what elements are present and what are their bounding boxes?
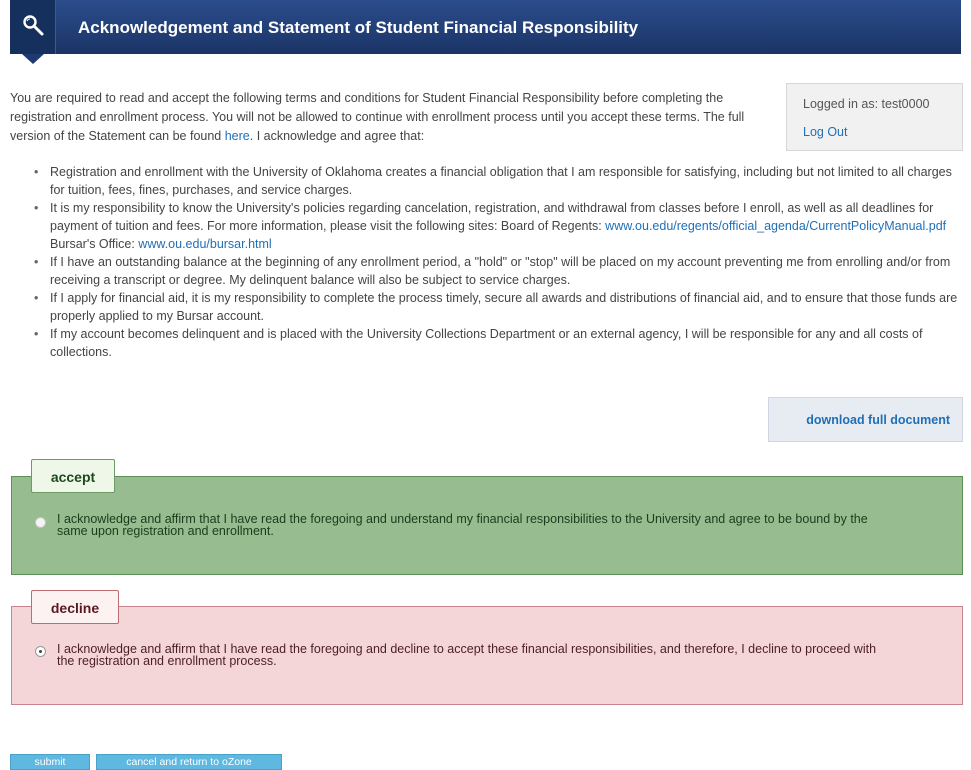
intro-text-end: . I acknowledge and agree that:: [249, 129, 425, 143]
accept-statement[interactable]: I acknowledge and affirm that I have rea…: [57, 513, 887, 538]
accept-tab-label: accept: [50, 469, 96, 485]
decline-statement[interactable]: I acknowledge and affirm that I have rea…: [57, 643, 887, 668]
term-item: If I apply for financial aid, it is my r…: [34, 289, 964, 325]
decline-tab-label: decline: [50, 600, 100, 616]
login-box: Logged in as: test0000 Log Out: [786, 83, 963, 151]
logged-in-label: Logged in as: test0000: [803, 97, 930, 111]
term-item: If I have an outstanding balance at the …: [34, 253, 964, 289]
cancel-return-button[interactable]: cancel and return to oZone: [96, 754, 282, 770]
bursar-link[interactable]: www.ou.edu/bursar.html: [138, 237, 271, 251]
term-text: Registration and enrollment with the Uni…: [50, 165, 952, 197]
accept-radio[interactable]: [35, 517, 46, 528]
regents-policy-link[interactable]: www.ou.edu/regents/official_agenda/Curre…: [605, 219, 946, 233]
bursar-label: Bursar's Office:: [50, 237, 139, 251]
intro-paragraph: You are required to read and accept the …: [10, 89, 780, 146]
term-item: It is my responsibility to know the Univ…: [34, 199, 964, 253]
decline-radio[interactable]: [35, 646, 46, 657]
terms-list: Registration and enrollment with the Uni…: [34, 163, 964, 361]
term-item: If my account becomes delinquent and is …: [34, 325, 964, 361]
term-text: If my account becomes delinquent and is …: [50, 327, 923, 359]
logout-link[interactable]: Log Out: [803, 125, 847, 139]
download-document-link[interactable]: download full document: [806, 413, 950, 427]
term-item: Registration and enrollment with the Uni…: [34, 163, 964, 199]
page-title: Acknowledgement and Statement of Student…: [78, 18, 639, 37]
magnifier-icon: [23, 15, 44, 36]
term-text: If I have an outstanding balance at the …: [50, 255, 951, 287]
decline-tab: decline: [31, 590, 119, 624]
submit-button[interactable]: submit: [10, 754, 90, 770]
header-icon-container: [10, 0, 56, 54]
accept-tab: accept: [31, 459, 115, 493]
header-pointer: [22, 54, 44, 64]
statement-here-link[interactable]: here: [225, 129, 250, 143]
download-box: download full document: [768, 397, 963, 442]
term-text: If I apply for financial aid, it is my r…: [50, 291, 958, 323]
